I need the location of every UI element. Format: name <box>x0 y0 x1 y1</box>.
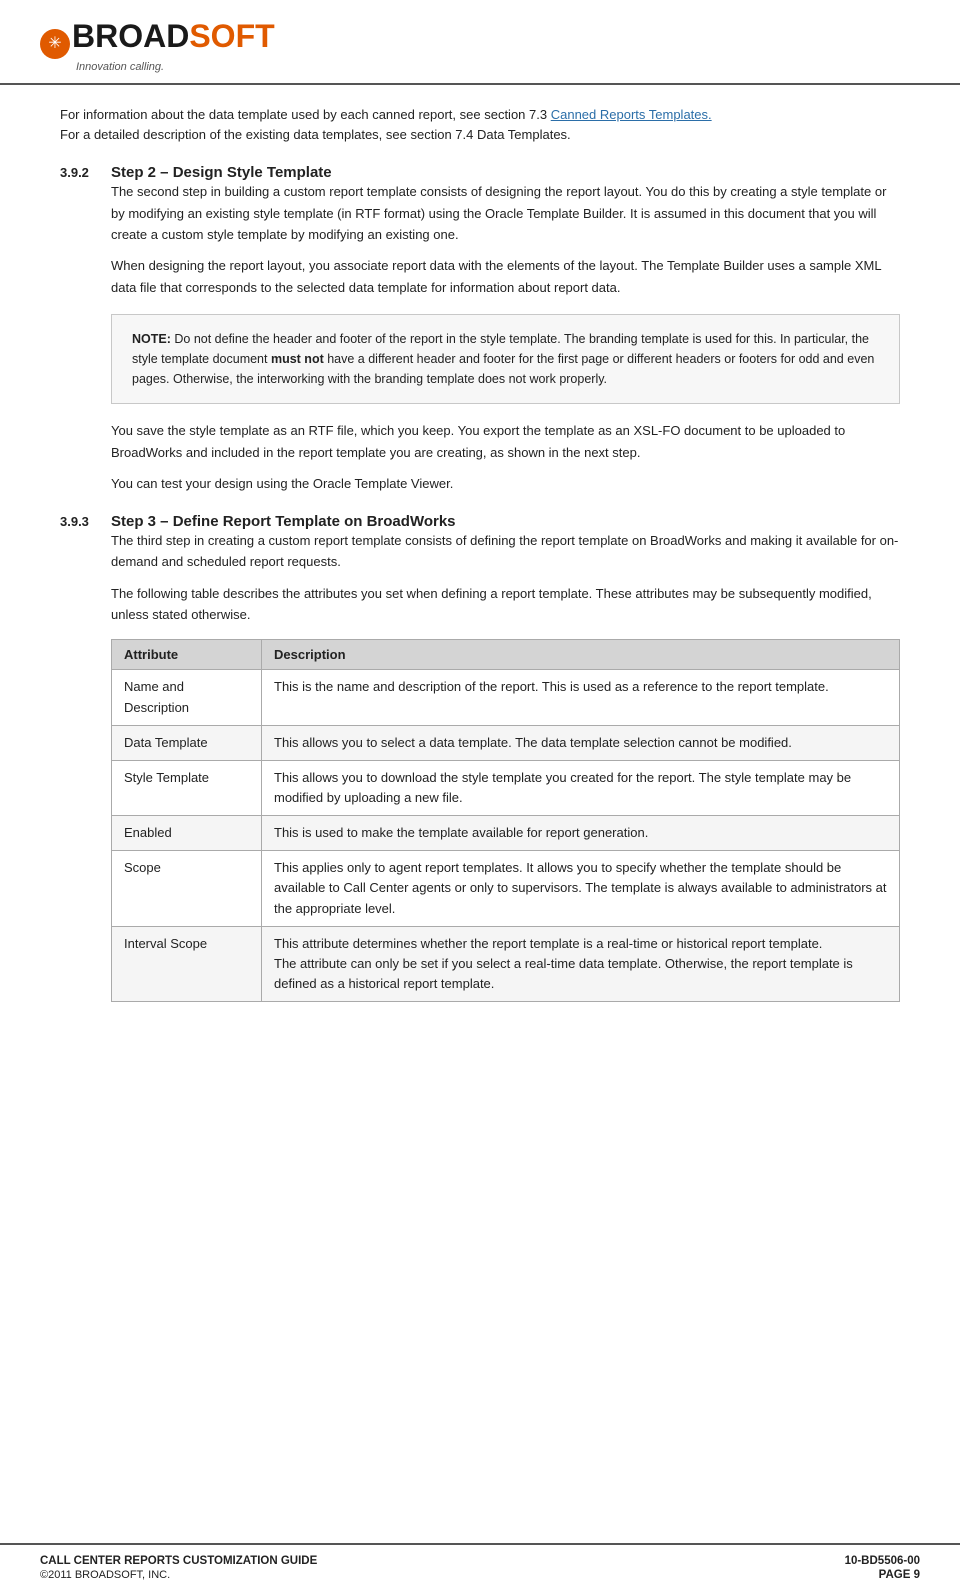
attribute-cell: Style Template <box>112 760 262 815</box>
logo: ✳BROADSOFT <box>40 18 275 59</box>
logo-area: ✳BROADSOFT Innovation calling. <box>40 18 275 73</box>
section-393-heading: 3.9.3 Step 3 – Define Report Template on… <box>60 513 900 530</box>
intro-text-1: For information about the data template … <box>60 107 547 122</box>
section-393-number: 3.9.3 <box>60 514 95 529</box>
copyright: ©2011 BROADSOFT, INC. <box>40 1569 317 1581</box>
section-392-para4: You can test your design using the Oracl… <box>111 473 900 494</box>
doc-number: 10-BD5506-00 <box>845 1555 920 1567</box>
logo-tagline: Innovation calling. <box>76 61 164 73</box>
note-label: NOTE: <box>132 332 171 346</box>
main-content: For information about the data template … <box>0 85 960 1543</box>
note-box: NOTE: Do not define the header and foote… <box>111 314 900 404</box>
table-row: Data TemplateThis allows you to select a… <box>112 725 900 760</box>
section-392-title: Step 2 – Design Style Template <box>111 164 332 181</box>
col1-header: Attribute <box>112 640 262 670</box>
section-392-para1: The second step in building a custom rep… <box>111 181 900 245</box>
attribute-cell: Scope <box>112 851 262 926</box>
footer-right: 10-BD5506-00 PAGE 9 <box>845 1555 920 1581</box>
section-393-content: The third step in creating a custom repo… <box>111 530 900 1002</box>
table-row: Interval ScopeThis attribute determines … <box>112 926 900 1001</box>
intro-line1: For information about the data template … <box>60 105 900 147</box>
attribute-cell: Enabled <box>112 816 262 851</box>
table-row: ScopeThis applies only to agent report t… <box>112 851 900 926</box>
logo-star-icon: ✳ <box>40 29 70 59</box>
logo-broad: BROAD <box>72 18 189 54</box>
section-393-para1: The third step in creating a custom repo… <box>111 530 900 573</box>
description-cell: This is used to make the template availa… <box>262 816 900 851</box>
table-row: EnabledThis is used to make the template… <box>112 816 900 851</box>
description-cell: This attribute determines whether the re… <box>262 926 900 1001</box>
attributes-table: Attribute Description Name and Descripti… <box>111 639 900 1002</box>
note-bold-text: must not <box>271 352 324 366</box>
section-393-title: Step 3 – Define Report Template on Broad… <box>111 513 456 530</box>
section-392-heading: 3.9.2 Step 2 – Design Style Template <box>60 164 900 181</box>
description-cell: This applies only to agent report templa… <box>262 851 900 926</box>
guide-title: CALL CENTER REPORTS CUSTOMIZATION GUIDE <box>40 1555 317 1567</box>
attribute-cell: Name and Description <box>112 670 262 725</box>
description-cell: This is the name and description of the … <box>262 670 900 725</box>
section-392-para2: When designing the report layout, you as… <box>111 255 900 298</box>
intro-text-2: For a detailed description of the existi… <box>60 127 571 142</box>
section-392-number: 3.9.2 <box>60 165 95 180</box>
page-number: PAGE 9 <box>879 1569 920 1581</box>
section-392-para3: You save the style template as an RTF fi… <box>111 420 900 463</box>
page-footer: CALL CENTER REPORTS CUSTOMIZATION GUIDE … <box>0 1543 960 1591</box>
section-393-para2: The following table describes the attrib… <box>111 583 900 626</box>
description-cell: This allows you to download the style te… <box>262 760 900 815</box>
logo-soft: SOFT <box>189 18 274 54</box>
attribute-cell: Data Template <box>112 725 262 760</box>
section-392-content: The second step in building a custom rep… <box>111 181 900 495</box>
page-header: ✳BROADSOFT Innovation calling. <box>0 0 960 85</box>
table-row: Style TemplateThis allows you to downloa… <box>112 760 900 815</box>
canned-reports-link[interactable]: Canned Reports Templates. <box>551 107 712 122</box>
col2-header: Description <box>262 640 900 670</box>
table-row: Name and DescriptionThis is the name and… <box>112 670 900 725</box>
footer-left: CALL CENTER REPORTS CUSTOMIZATION GUIDE … <box>40 1555 317 1581</box>
attribute-cell: Interval Scope <box>112 926 262 1001</box>
description-cell: This allows you to select a data templat… <box>262 725 900 760</box>
